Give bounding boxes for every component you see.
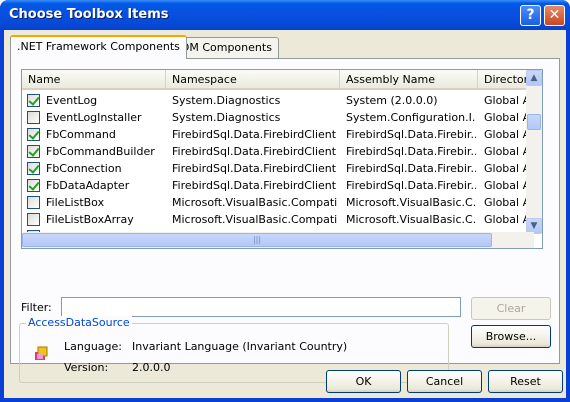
row-checkbox[interactable] (27, 213, 40, 226)
filter-input[interactable] (61, 297, 461, 317)
tab-panel: Name Namespace Assembly Name Directory E… (10, 58, 560, 383)
cell-assembly: FirebirdSql.Data.Firebir... (346, 128, 476, 141)
cell-namespace: System.Diagnostics (172, 94, 281, 107)
row-checkbox[interactable] (27, 196, 40, 209)
clear-button[interactable]: Clear (471, 297, 551, 320)
row-checkbox[interactable] (27, 145, 40, 158)
horizontal-scroll-thumb[interactable]: ||| (22, 233, 492, 247)
list-item[interactable]: FbCommandBuilder FirebirdSql.Data.Firebir… (22, 143, 534, 160)
vertical-scroll-thumb[interactable] (527, 114, 541, 130)
language-value: Invariant Language (Invariant Country) (132, 340, 348, 353)
cell-assembly: System.Configuration.I... (346, 111, 476, 124)
column-header-name[interactable]: Name (22, 70, 166, 90)
version-value: 2.0.0.0 (132, 361, 171, 374)
list-item[interactable]: FileListBox Microsoft.VisualBasic.Compati… (22, 194, 534, 211)
row-checkbox[interactable] (27, 179, 40, 192)
list-item[interactable]: FbConnection FirebirdSql.Data.FirebirdCli… (22, 160, 534, 177)
cell-assembly: Microsoft.VisualBasic.C... (346, 213, 476, 226)
version-label: Version: (64, 361, 109, 374)
list-header: Name Namespace Assembly Name Directory (22, 70, 534, 90)
help-icon[interactable]: ? (520, 5, 541, 26)
cell-namespace: Microsoft.VisualBasic.Compatibi... (172, 196, 338, 209)
scroll-up-icon[interactable]: ▲ (526, 70, 542, 86)
browse-button[interactable]: Browse... (471, 325, 551, 348)
tab-label: .NET Framework Components (17, 40, 180, 53)
cell-namespace: FirebirdSql.Data.FirebirdClient (172, 145, 337, 158)
vertical-scrollbar[interactable]: ▲ ▼ (526, 70, 542, 234)
cell-assembly: System (2.0.0.0) (346, 94, 438, 107)
cell-name: FileListBox (46, 196, 105, 209)
row-checkbox[interactable] (27, 162, 40, 175)
dialog-body: .NET Framework Components COM Components… (4, 30, 566, 398)
cell-name: FbDataAdapter (46, 179, 130, 192)
cell-assembly: Microsoft.VisualBasic.C... (346, 196, 476, 209)
cell-assembly: FirebirdSql.Data.Firebir... (346, 162, 476, 175)
row-checkbox[interactable] (27, 94, 40, 107)
cell-name: EventLogInstaller (46, 111, 142, 124)
cell-namespace: FirebirdSql.Data.FirebirdClient (172, 162, 337, 175)
cell-name: FbConnection (46, 162, 122, 175)
title-bar[interactable]: Choose Toolbox Items ? ✕ (0, 0, 570, 30)
cell-namespace: System.Diagnostics (172, 111, 281, 124)
cell-namespace: Microsoft.VisualBasic.Compatibi... (172, 213, 338, 226)
list-item[interactable]: EventLogInstaller System.Diagnostics Syste… (22, 109, 534, 126)
cancel-button[interactable]: Cancel (407, 370, 482, 393)
tab-label: COM Components (173, 41, 272, 54)
list-item[interactable]: FileListBoxArray Microsoft.VisualBasic.Co… (22, 211, 534, 228)
filter-label: Filter: (21, 301, 52, 314)
dialog-window: Choose Toolbox Items ? ✕ .NET Framework … (0, 0, 570, 402)
row-checkbox[interactable] (27, 128, 40, 141)
list-item[interactable]: FbDataAdapter FirebirdSql.Data.FirebirdCl… (22, 177, 534, 194)
cell-assembly: FirebirdSql.Data.Firebir... (346, 179, 476, 192)
column-header-namespace[interactable]: Namespace (166, 70, 340, 90)
cell-assembly: FirebirdSql.Data.Firebir... (346, 145, 476, 158)
components-list[interactable]: Name Namespace Assembly Name Directory E… (21, 69, 543, 249)
row-checkbox[interactable] (27, 111, 40, 124)
component-icon (35, 346, 48, 360)
details-group-title: AccessDataSource (26, 316, 132, 329)
cell-name: FbCommand (46, 128, 116, 141)
tab-net-framework-components[interactable]: .NET Framework Components (10, 35, 187, 59)
window-title: Choose Toolbox Items (9, 7, 169, 22)
language-label: Language: (64, 340, 122, 353)
close-icon[interactable]: ✕ (544, 5, 565, 26)
cell-namespace: FirebirdSql.Data.FirebirdClient (172, 128, 337, 141)
cell-namespace: FirebirdSql.Data.FirebirdClient (172, 179, 337, 192)
horizontal-scrollbar[interactable]: ||| (22, 232, 534, 248)
column-header-assembly-name[interactable]: Assembly Name (340, 70, 478, 90)
cell-name: FileListBoxArray (46, 213, 134, 226)
ok-button[interactable]: OK (326, 370, 401, 393)
cell-name: FbCommandBuilder (46, 145, 155, 158)
list-item[interactable]: EventLog System.Diagnostics System (2.0.0.… (22, 92, 534, 109)
reset-button[interactable]: Reset (488, 370, 563, 393)
cell-name: EventLog (46, 94, 98, 107)
list-item[interactable]: FbCommand FirebirdSql.Data.FirebirdClient… (22, 126, 534, 143)
